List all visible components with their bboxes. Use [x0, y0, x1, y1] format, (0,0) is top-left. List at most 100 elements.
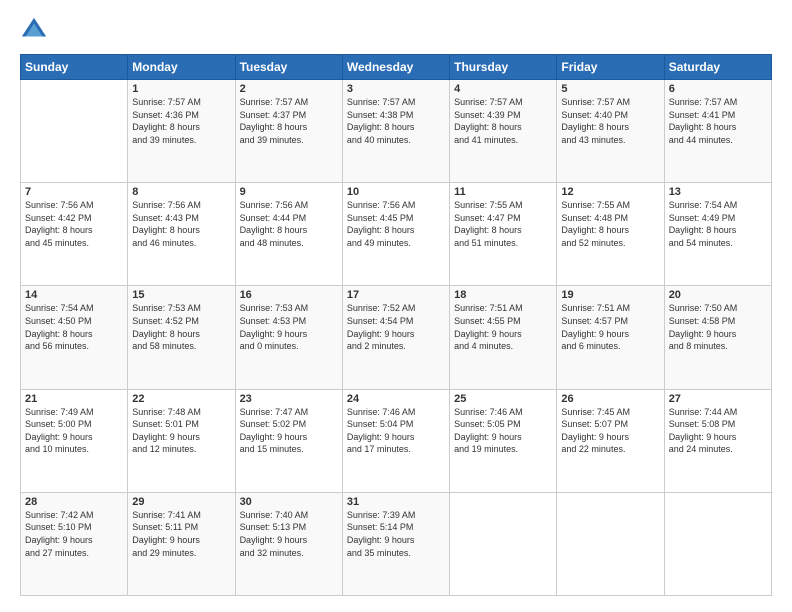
day-number: 17 [347, 289, 445, 301]
day-number: 3 [347, 83, 445, 95]
day-number: 22 [132, 393, 230, 405]
calendar-cell: 29Sunrise: 7:41 AM Sunset: 5:11 PM Dayli… [128, 492, 235, 595]
logo [20, 16, 52, 44]
day-info: Sunrise: 7:55 AM Sunset: 4:48 PM Dayligh… [561, 199, 659, 249]
calendar-cell: 5Sunrise: 7:57 AM Sunset: 4:40 PM Daylig… [557, 80, 664, 183]
day-header-saturday: Saturday [664, 55, 771, 80]
day-info: Sunrise: 7:51 AM Sunset: 4:57 PM Dayligh… [561, 302, 659, 352]
day-number: 20 [669, 289, 767, 301]
day-info: Sunrise: 7:46 AM Sunset: 5:05 PM Dayligh… [454, 406, 552, 456]
calendar-cell: 22Sunrise: 7:48 AM Sunset: 5:01 PM Dayli… [128, 389, 235, 492]
calendar-cell: 23Sunrise: 7:47 AM Sunset: 5:02 PM Dayli… [235, 389, 342, 492]
day-number: 28 [25, 496, 123, 508]
day-number: 30 [240, 496, 338, 508]
day-info: Sunrise: 7:57 AM Sunset: 4:37 PM Dayligh… [240, 96, 338, 146]
day-number: 27 [669, 393, 767, 405]
header-row: SundayMondayTuesdayWednesdayThursdayFrid… [21, 55, 772, 80]
day-number: 15 [132, 289, 230, 301]
day-info: Sunrise: 7:55 AM Sunset: 4:47 PM Dayligh… [454, 199, 552, 249]
day-info: Sunrise: 7:41 AM Sunset: 5:11 PM Dayligh… [132, 509, 230, 559]
calendar-body: 1Sunrise: 7:57 AM Sunset: 4:36 PM Daylig… [21, 80, 772, 596]
day-info: Sunrise: 7:51 AM Sunset: 4:55 PM Dayligh… [454, 302, 552, 352]
day-info: Sunrise: 7:50 AM Sunset: 4:58 PM Dayligh… [669, 302, 767, 352]
day-number: 16 [240, 289, 338, 301]
calendar-cell: 21Sunrise: 7:49 AM Sunset: 5:00 PM Dayli… [21, 389, 128, 492]
calendar-cell: 7Sunrise: 7:56 AM Sunset: 4:42 PM Daylig… [21, 183, 128, 286]
day-number: 11 [454, 186, 552, 198]
day-info: Sunrise: 7:48 AM Sunset: 5:01 PM Dayligh… [132, 406, 230, 456]
day-info: Sunrise: 7:56 AM Sunset: 4:42 PM Dayligh… [25, 199, 123, 249]
day-number: 8 [132, 186, 230, 198]
day-number: 13 [669, 186, 767, 198]
calendar-cell: 8Sunrise: 7:56 AM Sunset: 4:43 PM Daylig… [128, 183, 235, 286]
calendar-cell: 18Sunrise: 7:51 AM Sunset: 4:55 PM Dayli… [450, 286, 557, 389]
day-number: 24 [347, 393, 445, 405]
day-info: Sunrise: 7:53 AM Sunset: 4:53 PM Dayligh… [240, 302, 338, 352]
calendar-cell: 26Sunrise: 7:45 AM Sunset: 5:07 PM Dayli… [557, 389, 664, 492]
calendar-cell [664, 492, 771, 595]
day-number: 23 [240, 393, 338, 405]
calendar-week-3: 21Sunrise: 7:49 AM Sunset: 5:00 PM Dayli… [21, 389, 772, 492]
calendar-cell: 2Sunrise: 7:57 AM Sunset: 4:37 PM Daylig… [235, 80, 342, 183]
day-number: 31 [347, 496, 445, 508]
day-info: Sunrise: 7:42 AM Sunset: 5:10 PM Dayligh… [25, 509, 123, 559]
calendar-cell [450, 492, 557, 595]
calendar-cell: 16Sunrise: 7:53 AM Sunset: 4:53 PM Dayli… [235, 286, 342, 389]
day-number: 21 [25, 393, 123, 405]
day-number: 5 [561, 83, 659, 95]
calendar-cell: 3Sunrise: 7:57 AM Sunset: 4:38 PM Daylig… [342, 80, 449, 183]
calendar-week-4: 28Sunrise: 7:42 AM Sunset: 5:10 PM Dayli… [21, 492, 772, 595]
day-info: Sunrise: 7:57 AM Sunset: 4:39 PM Dayligh… [454, 96, 552, 146]
day-info: Sunrise: 7:39 AM Sunset: 5:14 PM Dayligh… [347, 509, 445, 559]
day-info: Sunrise: 7:54 AM Sunset: 4:49 PM Dayligh… [669, 199, 767, 249]
day-number: 9 [240, 186, 338, 198]
calendar-cell: 31Sunrise: 7:39 AM Sunset: 5:14 PM Dayli… [342, 492, 449, 595]
day-info: Sunrise: 7:46 AM Sunset: 5:04 PM Dayligh… [347, 406, 445, 456]
calendar-cell: 12Sunrise: 7:55 AM Sunset: 4:48 PM Dayli… [557, 183, 664, 286]
day-info: Sunrise: 7:44 AM Sunset: 5:08 PM Dayligh… [669, 406, 767, 456]
day-info: Sunrise: 7:54 AM Sunset: 4:50 PM Dayligh… [25, 302, 123, 352]
day-header-monday: Monday [128, 55, 235, 80]
day-info: Sunrise: 7:57 AM Sunset: 4:38 PM Dayligh… [347, 96, 445, 146]
day-number: 2 [240, 83, 338, 95]
calendar-cell: 13Sunrise: 7:54 AM Sunset: 4:49 PM Dayli… [664, 183, 771, 286]
calendar-cell [21, 80, 128, 183]
calendar-cell: 6Sunrise: 7:57 AM Sunset: 4:41 PM Daylig… [664, 80, 771, 183]
day-info: Sunrise: 7:47 AM Sunset: 5:02 PM Dayligh… [240, 406, 338, 456]
day-number: 7 [25, 186, 123, 198]
day-info: Sunrise: 7:52 AM Sunset: 4:54 PM Dayligh… [347, 302, 445, 352]
day-number: 12 [561, 186, 659, 198]
day-number: 14 [25, 289, 123, 301]
logo-icon [20, 16, 48, 44]
day-number: 1 [132, 83, 230, 95]
calendar-cell: 19Sunrise: 7:51 AM Sunset: 4:57 PM Dayli… [557, 286, 664, 389]
day-number: 6 [669, 83, 767, 95]
calendar-cell [557, 492, 664, 595]
calendar-cell: 20Sunrise: 7:50 AM Sunset: 4:58 PM Dayli… [664, 286, 771, 389]
page: SundayMondayTuesdayWednesdayThursdayFrid… [0, 0, 792, 612]
calendar-cell: 25Sunrise: 7:46 AM Sunset: 5:05 PM Dayli… [450, 389, 557, 492]
day-header-sunday: Sunday [21, 55, 128, 80]
day-number: 4 [454, 83, 552, 95]
day-number: 10 [347, 186, 445, 198]
calendar-cell: 24Sunrise: 7:46 AM Sunset: 5:04 PM Dayli… [342, 389, 449, 492]
calendar-cell: 28Sunrise: 7:42 AM Sunset: 5:10 PM Dayli… [21, 492, 128, 595]
day-info: Sunrise: 7:56 AM Sunset: 4:43 PM Dayligh… [132, 199, 230, 249]
day-number: 29 [132, 496, 230, 508]
day-header-friday: Friday [557, 55, 664, 80]
day-info: Sunrise: 7:40 AM Sunset: 5:13 PM Dayligh… [240, 509, 338, 559]
day-info: Sunrise: 7:45 AM Sunset: 5:07 PM Dayligh… [561, 406, 659, 456]
calendar-cell: 11Sunrise: 7:55 AM Sunset: 4:47 PM Dayli… [450, 183, 557, 286]
header [20, 16, 772, 44]
day-info: Sunrise: 7:57 AM Sunset: 4:41 PM Dayligh… [669, 96, 767, 146]
day-info: Sunrise: 7:53 AM Sunset: 4:52 PM Dayligh… [132, 302, 230, 352]
calendar-header: SundayMondayTuesdayWednesdayThursdayFrid… [21, 55, 772, 80]
calendar-week-2: 14Sunrise: 7:54 AM Sunset: 4:50 PM Dayli… [21, 286, 772, 389]
calendar-week-1: 7Sunrise: 7:56 AM Sunset: 4:42 PM Daylig… [21, 183, 772, 286]
calendar-table: SundayMondayTuesdayWednesdayThursdayFrid… [20, 54, 772, 596]
day-header-thursday: Thursday [450, 55, 557, 80]
calendar-cell: 27Sunrise: 7:44 AM Sunset: 5:08 PM Dayli… [664, 389, 771, 492]
calendar-cell: 9Sunrise: 7:56 AM Sunset: 4:44 PM Daylig… [235, 183, 342, 286]
calendar-cell: 10Sunrise: 7:56 AM Sunset: 4:45 PM Dayli… [342, 183, 449, 286]
calendar-week-0: 1Sunrise: 7:57 AM Sunset: 4:36 PM Daylig… [21, 80, 772, 183]
